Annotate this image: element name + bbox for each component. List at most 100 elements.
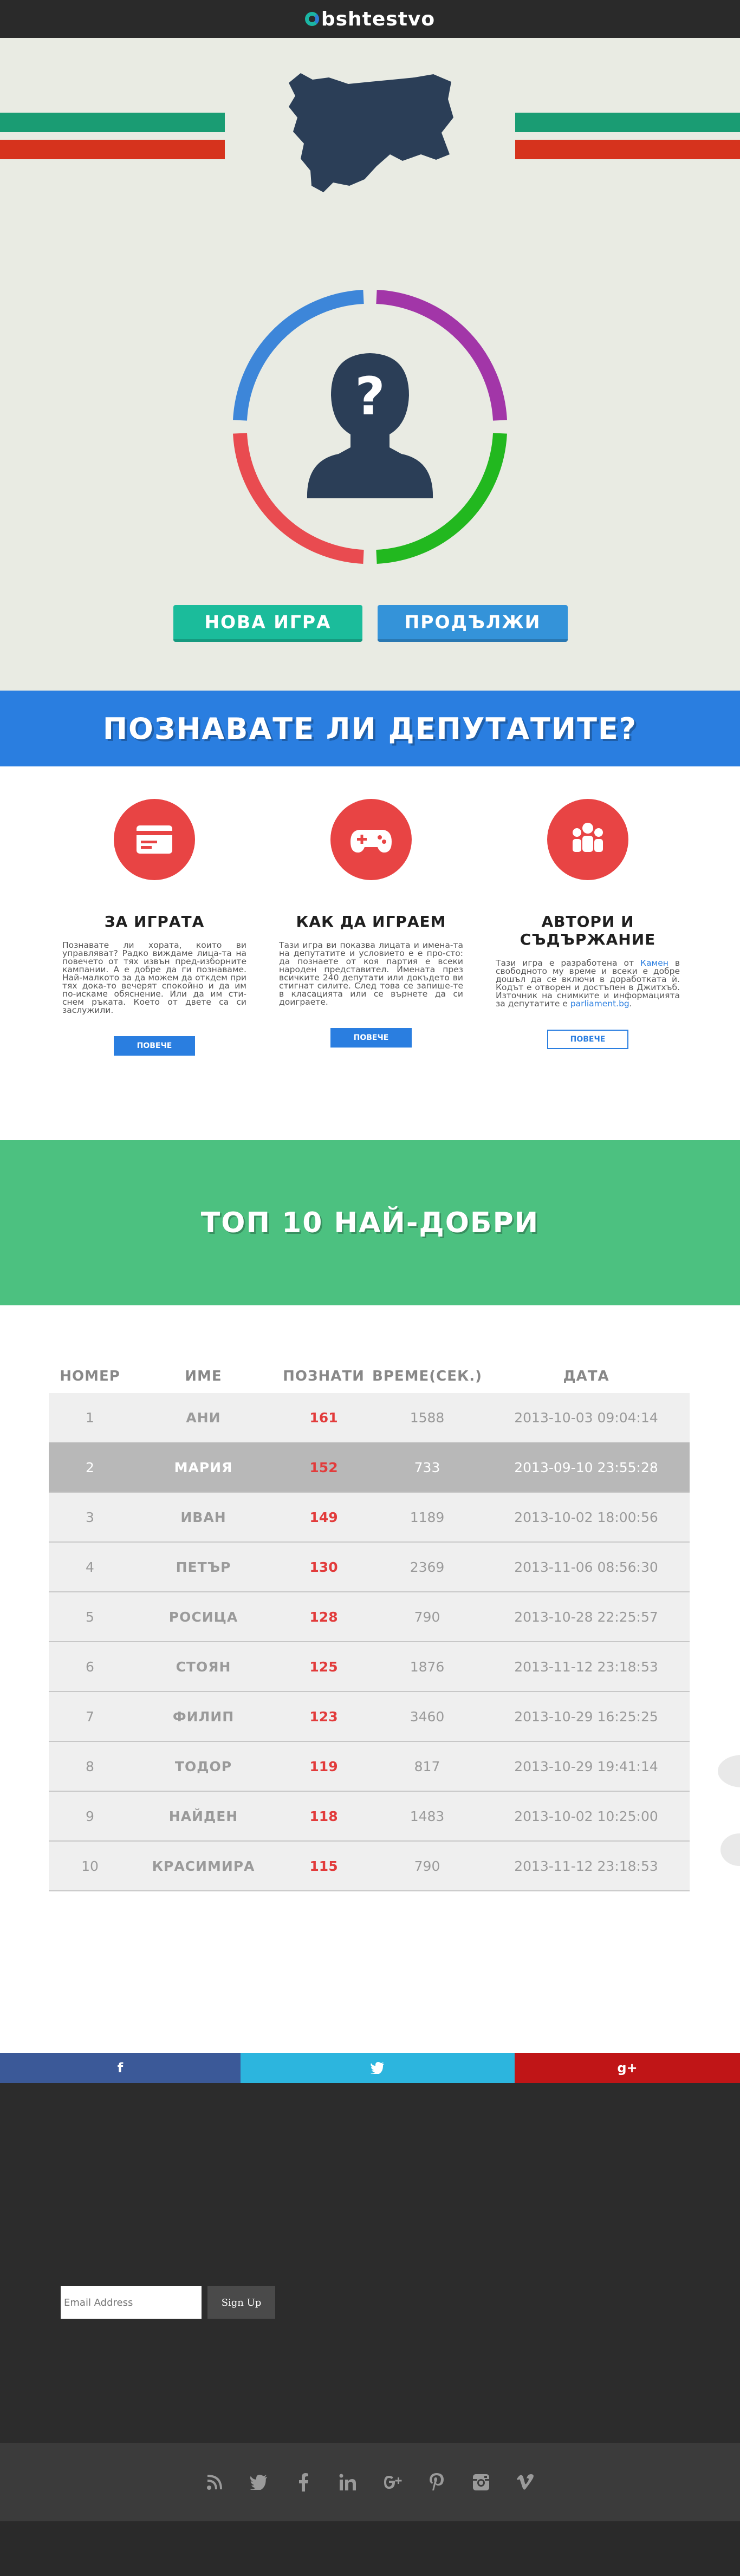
- instagram-icon[interactable]: [470, 2471, 492, 2494]
- time-cell: 3460: [372, 1692, 483, 1742]
- name-cell: РОСИЦА: [131, 1592, 276, 1642]
- top-bar: bshtestvo: [0, 0, 740, 38]
- linkedin-icon[interactable]: [336, 2471, 359, 2494]
- date-cell: 2013-11-06 08:56:30: [483, 1542, 690, 1592]
- features-section: ЗА ИГРАТА Познавате ли хората, които ви …: [0, 766, 740, 1140]
- name-cell: КРАСИМИРА: [131, 1841, 276, 1891]
- more-button[interactable]: ПОВЕЧЕ: [330, 1028, 412, 1048]
- date-cell: 2013-10-02 10:25:00: [483, 1791, 690, 1842]
- flag-stripe-green-left: [0, 113, 225, 132]
- name-cell: ТОДОР: [131, 1741, 276, 1792]
- table-row[interactable]: 1 АНИ 161 1588 2013-10-03 09:04:14: [49, 1393, 690, 1443]
- bulgaria-map-icon: [289, 73, 453, 192]
- flag-stripe-red-right: [515, 140, 740, 159]
- column-header: НОМЕР: [60, 1368, 120, 1384]
- feature-text: Познавате ли хората, които ви управляват…: [62, 940, 246, 1015]
- facebook-icon: f: [117, 2060, 124, 2076]
- continue-button[interactable]: ПРОДЪЛЖИ: [378, 605, 568, 642]
- parliament-link[interactable]: parliament.bg: [570, 999, 629, 1009]
- date-cell: 2013-11-12 23:18:53: [483, 1642, 690, 1692]
- site-logo[interactable]: bshtestvo: [0, 0, 740, 38]
- column-header: ВРЕМЕ(СЕК.): [372, 1368, 483, 1384]
- leaderboard-section: НОМЕР ИМЕ ПОЗНАТИ ВРЕМЕ(СЕК.) ДАТА 1 АНИ 1…: [0, 1305, 740, 2053]
- social-share-bar: f g+: [0, 2053, 740, 2083]
- time-cell: 790: [372, 1841, 483, 1891]
- more-button[interactable]: ПОВЕЧЕ: [114, 1036, 195, 1056]
- twitter-icon[interactable]: [248, 2471, 270, 2494]
- leaderboard-table: НОМЕР ИМЕ ПОЗНАТИ ВРЕМЕ(СЕК.) ДАТА 1 АНИ 1…: [49, 1359, 690, 1891]
- decorative-blob: [718, 1755, 740, 1787]
- table-row[interactable]: 9 НАЙДЕН 118 1483 2013-10-02 10:25:00: [49, 1791, 690, 1842]
- time-cell: 1189: [372, 1492, 483, 1543]
- table-row[interactable]: 2 МАРИЯ 152 733 2013-09-10 23:55:28: [49, 1442, 690, 1493]
- pinterest-icon[interactable]: [425, 2471, 448, 2494]
- flag-stripe-green-right: [515, 113, 740, 132]
- hero-section: ? НОВА ИГРА ПРОДЪЛЖИ: [0, 38, 740, 691]
- bottom-strip: [0, 2521, 740, 2576]
- twitter-share-button[interactable]: [241, 2053, 515, 2083]
- name-cell: НАЙДЕН: [131, 1791, 276, 1842]
- date-cell: 2013-10-28 22:25:57: [483, 1592, 690, 1642]
- feature-about: ЗА ИГРАТА Познавате ли хората, които ви …: [60, 799, 249, 1056]
- time-cell: 817: [372, 1741, 483, 1792]
- decorative-blob: [720, 1833, 740, 1866]
- rank-cell: 9: [49, 1791, 131, 1842]
- score-cell: 161: [276, 1393, 372, 1443]
- rank-cell: 6: [49, 1642, 131, 1692]
- table-row[interactable]: 5 РОСИЦА 128 790 2013-10-28 22:25:57: [49, 1592, 690, 1642]
- google-plus-icon[interactable]: [381, 2471, 404, 2494]
- time-cell: 1876: [372, 1642, 483, 1692]
- twitter-icon: [371, 2062, 384, 2074]
- rank-cell: 5: [49, 1592, 131, 1642]
- table-row[interactable]: 3 ИВАН 149 1189 2013-10-02 18:00:56: [49, 1492, 690, 1543]
- vimeo-icon[interactable]: [514, 2471, 537, 2494]
- svg-text:?: ?: [355, 366, 385, 427]
- score-cell: 149: [276, 1492, 372, 1543]
- rank-cell: 7: [49, 1692, 131, 1742]
- time-cell: 790: [372, 1592, 483, 1642]
- google-plus-share-button[interactable]: g+: [515, 2053, 740, 2083]
- table-row[interactable]: 4 ПЕТЪР 130 2369 2013-11-06 08:56:30: [49, 1542, 690, 1592]
- date-cell: 2013-11-12 23:18:53: [483, 1841, 690, 1891]
- feature-title: КАК ДА ИГРАЕМ: [296, 913, 446, 931]
- rank-cell: 1: [49, 1393, 131, 1443]
- facebook-icon[interactable]: [292, 2471, 315, 2494]
- more-button[interactable]: ПОВЕЧЕ: [547, 1030, 628, 1049]
- logo-text: bshtestvo: [321, 8, 436, 30]
- table-row[interactable]: 7 ФИЛИП 123 3460 2013-10-29 16:25:25: [49, 1692, 690, 1742]
- feature-how-to-play: КАК ДА ИГРАЕМ Тази игра ви показва лицат…: [276, 799, 466, 1048]
- email-input[interactable]: [61, 2286, 202, 2319]
- table-row[interactable]: 6 СТОЯН 125 1876 2013-11-12 23:18:53: [49, 1642, 690, 1692]
- name-cell: МАРИЯ: [131, 1442, 276, 1493]
- flag-stripe-red-left: [0, 140, 225, 159]
- score-cell: 128: [276, 1592, 372, 1642]
- top10-banner: ТОП 10 НАЙ-ДОБРИ: [0, 1140, 740, 1305]
- google-plus-icon: g+: [617, 2060, 638, 2076]
- rank-cell: 8: [49, 1741, 131, 1792]
- date-cell: 2013-10-02 18:00:56: [483, 1492, 690, 1543]
- score-cell: 118: [276, 1791, 372, 1842]
- column-header: ПОЗНАТИ: [283, 1368, 365, 1384]
- avatar-ring-icon: ?: [233, 290, 507, 564]
- rank-cell: 4: [49, 1542, 131, 1592]
- facebook-share-button[interactable]: f: [0, 2053, 241, 2083]
- sign-up-button[interactable]: Sign Up: [207, 2286, 275, 2319]
- rank-cell: 10: [49, 1841, 131, 1891]
- score-cell: 123: [276, 1692, 372, 1742]
- gamepad-icon: [330, 799, 412, 880]
- table-row[interactable]: 8 ТОДОР 119 817 2013-10-29 19:41:14: [49, 1741, 690, 1792]
- new-game-button[interactable]: НОВА ИГРА: [173, 605, 362, 642]
- table-row[interactable]: 10 КРАСИМИРА 115 790 2013-11-12 23:18:53: [49, 1841, 690, 1891]
- footer: Sign Up: [0, 2083, 740, 2443]
- time-cell: 1483: [372, 1791, 483, 1842]
- time-cell: 2369: [372, 1542, 483, 1592]
- rank-cell: 3: [49, 1492, 131, 1543]
- column-header: ДАТА: [563, 1368, 609, 1384]
- name-cell: ФИЛИП: [131, 1692, 276, 1742]
- rss-icon[interactable]: [203, 2471, 226, 2494]
- date-cell: 2013-09-10 23:55:28: [483, 1442, 690, 1493]
- time-cell: 733: [372, 1442, 483, 1493]
- rank-cell: 2: [49, 1442, 131, 1493]
- top10-title: ТОП 10 НАЙ-ДОБРИ: [200, 1206, 540, 1239]
- logo-ring-icon: [304, 12, 319, 26]
